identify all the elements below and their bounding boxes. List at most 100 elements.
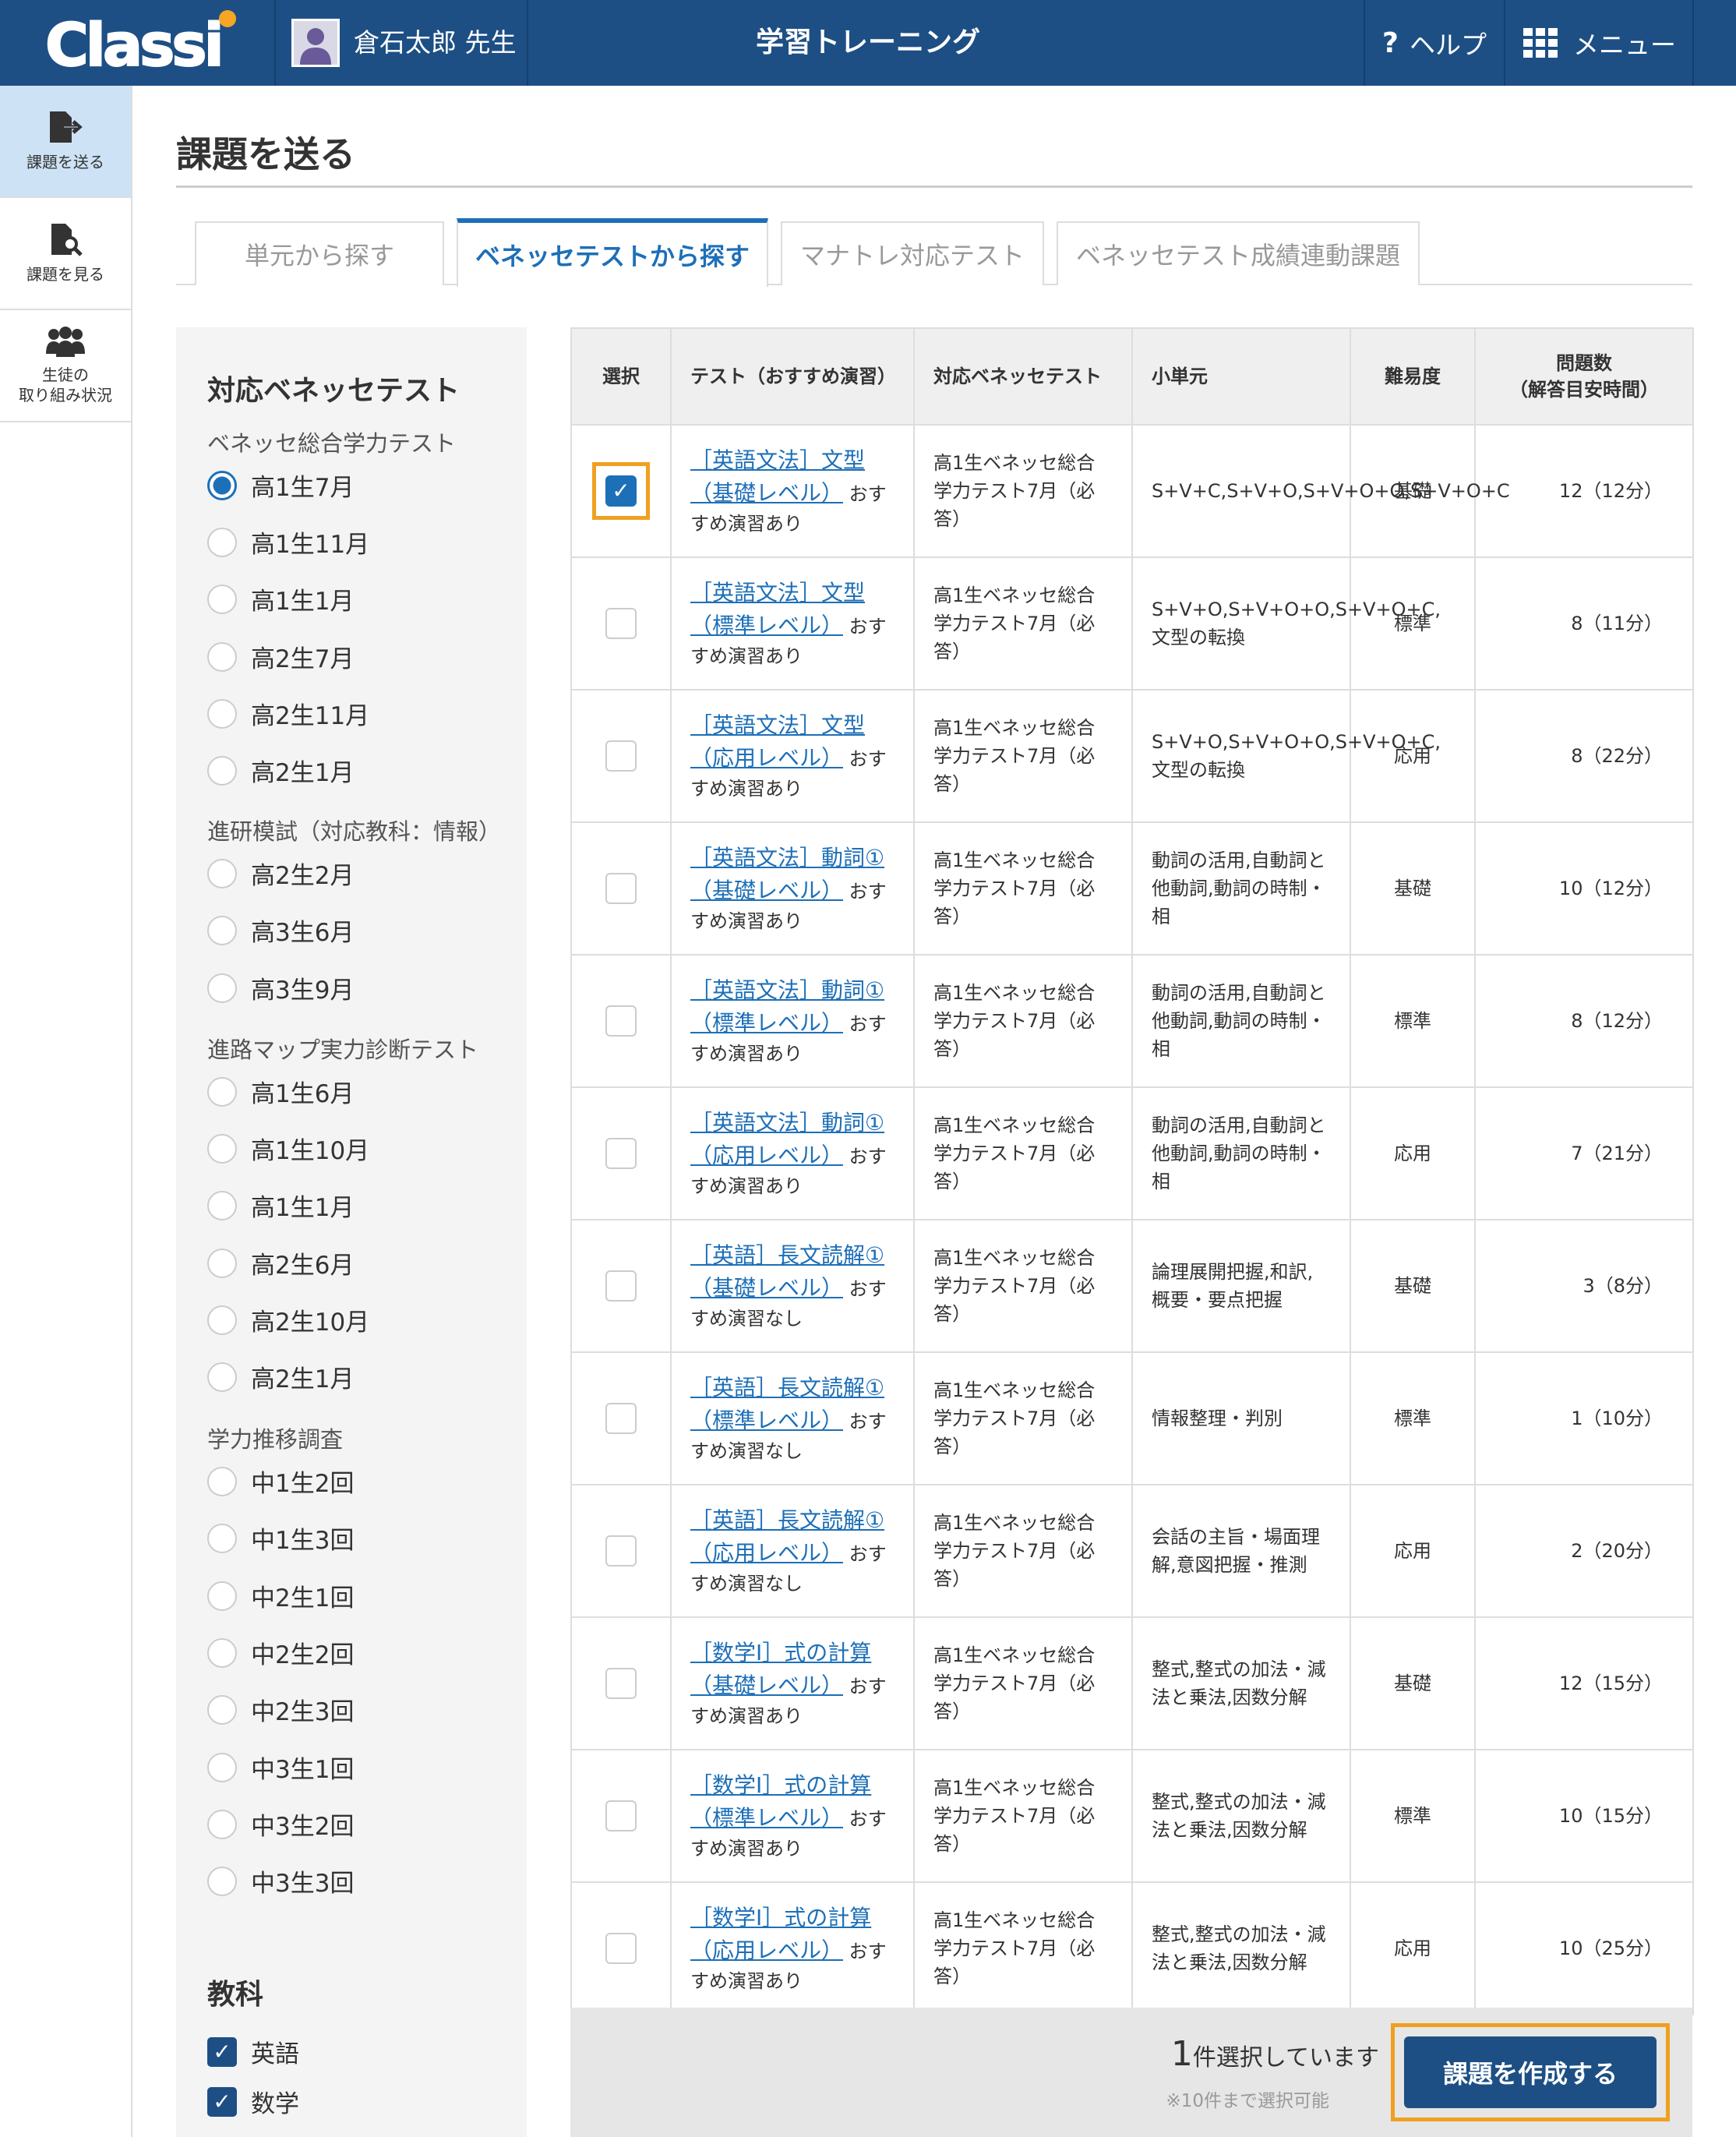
radio-option[interactable]: 高2生10月 xyxy=(207,1302,369,1337)
app-header: Classi 倉石太郎 先生 学習トレーニング ? ヘルプ メニュー xyxy=(0,0,1736,86)
filter-panel: 対応ベネッセテスト ベネッセ総合学力テスト 高1生7月 高1生11月 高1生1月… xyxy=(176,327,527,2137)
radio-option[interactable]: 中3生2回 xyxy=(207,1807,354,1842)
radio-option[interactable]: 中2生2回 xyxy=(207,1635,354,1670)
user-name: 倉石太郎 先生 xyxy=(354,27,517,58)
radio-option[interactable]: 中1生2回 xyxy=(207,1464,354,1499)
row-checkbox[interactable] xyxy=(605,1005,637,1037)
select-cell xyxy=(570,821,672,955)
test-cell: ［英語文法］文型（標準レベル） おすすめ演習あり xyxy=(670,556,915,691)
radio-option[interactable]: 高1生11月 xyxy=(207,525,369,560)
test-link[interactable]: ［英語文法］文型（基礎レベル） xyxy=(690,447,865,506)
test-cell: ［英語］長文読解①（基礎レベル） おすすめ演習なし xyxy=(670,1219,915,1353)
header-unit: 小単元 xyxy=(1131,327,1351,426)
radio-icon xyxy=(207,755,237,786)
nav-view-assignment[interactable]: 課題を見る xyxy=(0,198,131,310)
group-label: 学力推移調査 xyxy=(207,1426,344,1453)
tab-manatore-test[interactable]: マナトレ対応テスト xyxy=(781,221,1044,285)
radio-option[interactable]: 高2生6月 xyxy=(207,1245,354,1280)
count-cell: 12（15分） xyxy=(1474,1616,1694,1750)
view-assignment-icon xyxy=(51,224,83,256)
test-link[interactable]: ［英語文法］文型（標準レベル） xyxy=(690,580,865,638)
create-assignment-button[interactable]: 課題を作成する xyxy=(1404,2036,1657,2108)
row-checkbox[interactable] xyxy=(605,1800,637,1831)
subject-checkbox-math[interactable]: ✓ 数学 xyxy=(207,2084,299,2119)
nav-send-assignment[interactable]: 課題を送る xyxy=(0,86,131,198)
radio-option[interactable]: 高1生1月 xyxy=(207,1188,354,1223)
radio-option[interactable]: 高2生1月 xyxy=(207,753,354,788)
radio-icon xyxy=(207,1133,237,1164)
difficulty-cell: 基礎 xyxy=(1350,1616,1476,1750)
nav-student-progress[interactable]: 生徒の 取り組み状況 xyxy=(0,310,131,422)
menu-button[interactable]: メニュー xyxy=(1507,0,1694,86)
test-link[interactable]: ［英語文法］文型（応用レベル） xyxy=(690,712,865,771)
unit-cell: 情報整理・判別 xyxy=(1131,1351,1351,1485)
radio-option[interactable]: 高1生7月 xyxy=(207,468,354,503)
header-select: 選択 xyxy=(570,327,672,426)
benesse-cell: 高1生ベネッセ総合学力テスト7月（必答） xyxy=(913,954,1133,1088)
table-row: ✓ ［英語文法］文型（基礎レベル） おすすめ演習あり 高1生ベネッセ総合学力テスト7… xyxy=(570,424,1694,558)
select-cell xyxy=(570,1086,672,1220)
radio-option[interactable]: 高3生9月 xyxy=(207,970,354,1005)
menu-label: メニュー xyxy=(1573,30,1676,60)
test-link[interactable]: ［数学Ⅰ］式の計算（標準レベル） xyxy=(690,1772,871,1831)
help-button[interactable]: ? ヘルプ xyxy=(1364,0,1505,86)
benesse-cell: 高1生ベネッセ総合学力テスト7月（必答） xyxy=(913,821,1133,955)
test-link[interactable]: ［数学Ⅰ］式の計算（応用レベル） xyxy=(690,1905,871,1963)
tab-benesse-test-search[interactable]: ベネッセテストから探す xyxy=(457,218,768,287)
classi-logo[interactable]: Classi xyxy=(41,6,251,81)
row-checkbox[interactable] xyxy=(605,740,637,772)
nav-label: 課題を見る xyxy=(26,265,104,284)
radio-option[interactable]: 中1生3回 xyxy=(207,1521,354,1556)
row-checkbox[interactable] xyxy=(605,1403,637,1434)
test-cell: ［英語文法］文型（基礎レベル） おすすめ演習あり xyxy=(670,424,915,558)
selection-limit-note: ※10件まで選択可能 xyxy=(1166,2091,1329,2111)
unit-cell: S+V+C,S+V+O,S+V+O+O,S+V+O+C xyxy=(1131,424,1510,558)
row-checkbox[interactable]: ✓ xyxy=(605,475,637,507)
test-cell: ［数学Ⅰ］式の計算（応用レベル） おすすめ演習あり xyxy=(670,1881,915,2015)
tab-benesse-linked[interactable]: ベネッセテスト成績連動課題 xyxy=(1057,221,1420,285)
count-cell: 8（11分） xyxy=(1474,556,1694,691)
test-cell: ［英語文法］動詞①（基礎レベル） おすすめ演習あり xyxy=(670,821,915,955)
select-cell xyxy=(570,1484,672,1618)
radio-option[interactable]: 高2生7月 xyxy=(207,639,354,674)
radio-option[interactable]: 高2生11月 xyxy=(207,696,369,731)
radio-option[interactable]: 高2生1月 xyxy=(207,1359,354,1394)
radio-option[interactable]: 中3生1回 xyxy=(207,1750,354,1785)
row-checkbox[interactable] xyxy=(605,608,637,639)
radio-option[interactable]: 高1生1月 xyxy=(207,581,354,616)
test-cell: ［数学Ⅰ］式の計算（標準レベル） おすすめ演習あり xyxy=(670,1749,915,1883)
row-checkbox[interactable] xyxy=(605,873,637,904)
row-checkbox[interactable] xyxy=(605,1668,637,1699)
radio-option[interactable]: 中2生3回 xyxy=(207,1692,354,1727)
benesse-cell: 高1生ベネッセ総合学力テスト7月（必答） xyxy=(913,1219,1133,1353)
group-label: ベネッセ総合学力テスト xyxy=(207,430,457,457)
group-label: 進路マップ実力診断テスト xyxy=(207,1037,479,1063)
radio-option[interactable]: 高2生2月 xyxy=(207,856,354,891)
page-title: 課題を送る xyxy=(176,133,355,175)
radio-icon xyxy=(207,1466,237,1496)
table-row: ［英語文法］文型（応用レベル） おすすめ演習あり 高1生ベネッセ総合学力テスト7月… xyxy=(570,689,1694,823)
test-link[interactable]: ［数学Ⅰ］式の計算（基礎レベル） xyxy=(690,1640,871,1698)
subject-checkbox-english[interactable]: ✓ 英語 xyxy=(207,2034,299,2069)
header-count: 問題数 （解答目安時間） xyxy=(1474,327,1694,426)
radio-option[interactable]: 中3生3回 xyxy=(207,1863,354,1899)
radio-option[interactable]: 高3生6月 xyxy=(207,913,354,948)
row-checkbox[interactable] xyxy=(605,1138,637,1169)
radio-icon xyxy=(207,1523,237,1553)
radio-option[interactable]: 高1生6月 xyxy=(207,1074,354,1109)
tab-unit-search[interactable]: 単元から探す xyxy=(195,221,444,285)
row-checkbox[interactable] xyxy=(605,1933,637,1964)
row-checkbox[interactable] xyxy=(605,1535,637,1567)
header-difficulty: 難易度 xyxy=(1350,327,1476,426)
user-menu[interactable]: 倉石太郎 先生 xyxy=(274,0,528,86)
row-checkbox[interactable] xyxy=(605,1270,637,1302)
radio-option[interactable]: 高1生10月 xyxy=(207,1131,369,1166)
help-label: ヘルプ xyxy=(1409,30,1487,60)
avatar xyxy=(291,19,340,67)
radio-option[interactable]: 中2生1回 xyxy=(207,1578,354,1613)
table-row: ［英語文法］動詞①（基礎レベル） おすすめ演習あり 高1生ベネッセ総合学力テスト7… xyxy=(570,821,1694,955)
difficulty-cell: 応用 xyxy=(1350,1881,1476,2015)
check-icon: ✓ xyxy=(207,2036,237,2067)
table-row: ［英語文法］動詞①（応用レベル） おすすめ演習あり 高1生ベネッセ総合学力テスト7… xyxy=(570,1086,1694,1220)
radio-icon xyxy=(207,641,237,672)
